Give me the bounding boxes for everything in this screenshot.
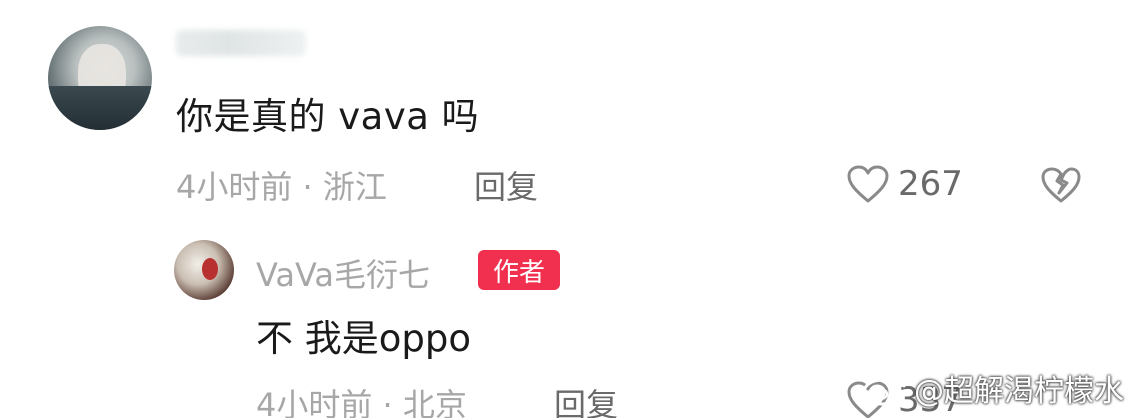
weibo-logo-icon [862, 374, 906, 406]
author-badge: 作者 [478, 250, 560, 290]
broken-heart-icon[interactable] [1040, 166, 1082, 204]
reply-username[interactable]: VaVa毛衍七 [256, 250, 430, 296]
heart-outline-icon [847, 165, 889, 203]
reply-meta: 4小时前 · 北京 [256, 386, 467, 418]
reply-button[interactable]: 回复 [474, 162, 538, 208]
blurred-username [176, 30, 306, 56]
watermark-text: @超解渴柠檬水 [914, 374, 1124, 409]
avatar[interactable] [48, 26, 152, 130]
reply-avatar[interactable] [174, 240, 234, 300]
like-button[interactable]: 267 [846, 162, 963, 206]
comment-meta: 4小时前 · 浙江 [176, 168, 387, 206]
comment-text: 你是真的 vava 吗 [176, 95, 480, 138]
comment-thread: 你是真的 vava 吗 4小时前 · 浙江 回复 267 VaVa毛衍七 作者 … [0, 0, 1130, 418]
reply-reply-button[interactable]: 回复 [554, 380, 618, 418]
like-count: 267 [898, 164, 963, 204]
avatar-shade [48, 86, 152, 130]
reply-text: 不 我是oppo [256, 317, 472, 360]
watermark: @超解渴柠檬水 [860, 366, 1124, 410]
avatar-accent [202, 258, 218, 280]
